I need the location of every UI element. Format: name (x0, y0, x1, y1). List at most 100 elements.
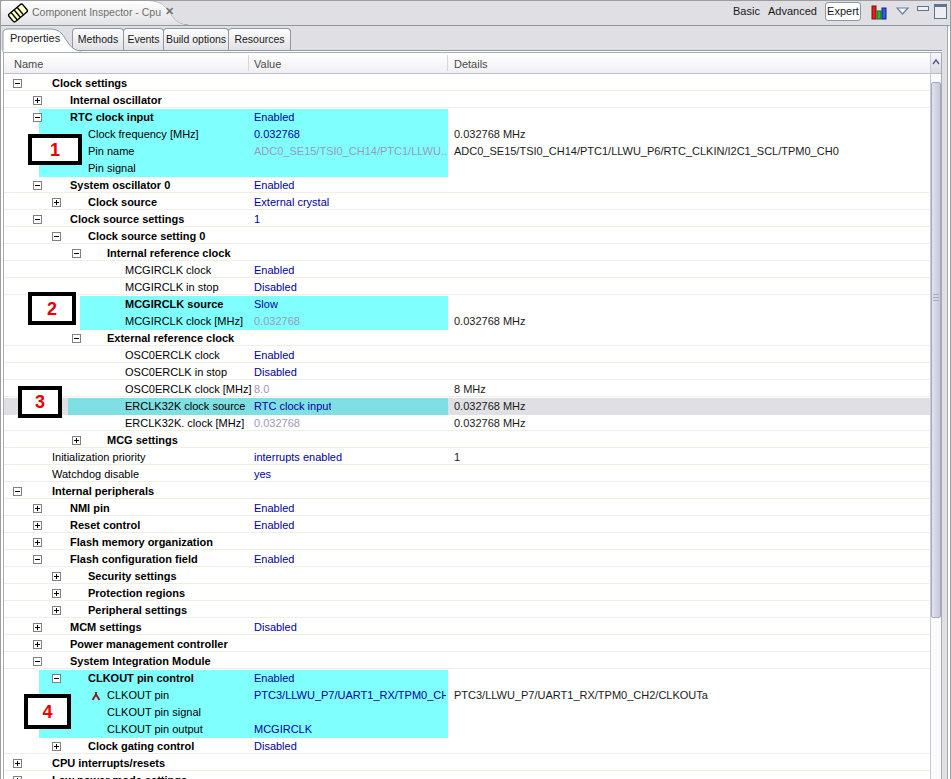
row-value[interactable]: Enabled (254, 109, 294, 126)
row-value[interactable]: Disabled (254, 364, 297, 381)
expand-toggle-icon[interactable] (52, 606, 61, 615)
row-external-reference-clock[interactable]: External reference clock (4, 330, 930, 347)
row-value[interactable]: Enabled (254, 347, 294, 364)
row-value[interactable]: PTC3/LLWU_P7/UART1_RX/TPM0_CH... (254, 687, 446, 704)
vertical-scrollbar[interactable] (930, 53, 942, 779)
row-protection-regions[interactable]: Protection regions (4, 585, 930, 602)
row-peripheral-settings[interactable]: Peripheral settings (4, 602, 930, 619)
column-name[interactable]: Name (14, 58, 43, 70)
row-value[interactable]: Enabled (254, 177, 294, 194)
expand-toggle-icon[interactable] (33, 96, 42, 105)
row-mcgirclk-clock[interactable]: MCGIRCLK clockEnabled (4, 262, 930, 279)
row-reset-control[interactable]: Reset controlEnabled (4, 517, 930, 534)
row-value[interactable]: Disabled (254, 619, 297, 636)
row-osc0erclk-clock[interactable]: OSC0ERCLK clockEnabled (4, 347, 930, 364)
row-value[interactable]: Enabled (254, 670, 294, 687)
expand-toggle-icon[interactable] (52, 742, 61, 751)
row-power-management-controller[interactable]: Power management controller (4, 636, 930, 653)
maximize-icon[interactable] (934, 4, 947, 19)
row-flash-configuration-field[interactable]: Flash configuration fieldEnabled (4, 551, 930, 568)
row-value[interactable]: MCGIRCLK (254, 721, 312, 738)
expand-toggle-icon[interactable] (33, 504, 42, 513)
row-internal-reference-clock[interactable]: Internal reference clock (4, 245, 930, 262)
tab-events[interactable]: Events (123, 28, 164, 50)
expand-toggle-icon[interactable] (13, 759, 22, 768)
expand-toggle-icon[interactable] (52, 198, 61, 207)
row-mcgirclk-source[interactable]: MCGIRCLK sourceSlow (4, 296, 930, 313)
row-value[interactable]: Slow (254, 296, 278, 313)
collapse-toggle-icon[interactable] (33, 181, 42, 190)
column-details[interactable]: Details (454, 58, 488, 70)
tab-properties-label[interactable]: Properties (10, 32, 60, 44)
column-value[interactable]: Value (254, 58, 281, 70)
row-internal-peripherals[interactable]: Internal peripherals (4, 483, 930, 500)
view-menu-arrow-icon[interactable] (896, 7, 910, 16)
row-value[interactable]: 0.032768 (254, 415, 300, 432)
row-pin-signal[interactable]: Pin signal (4, 160, 930, 177)
row-value[interactable]: RTC clock input (254, 398, 331, 415)
scroll-thumb[interactable] (931, 82, 941, 618)
row-value[interactable]: ADC0_SE15/TSI0_CH14/PTC1/LLWU... (254, 143, 446, 160)
row-clock-source[interactable]: Clock sourceExternal crystal (4, 194, 930, 211)
expand-toggle-icon[interactable] (33, 521, 42, 530)
row-cpu-interrupts-resets[interactable]: CPU interrupts/resets (4, 755, 930, 772)
row-clkout-pin-output[interactable]: CLKOUT pin outputMCGIRCLK (4, 721, 930, 738)
row-mcgirclk-in-stop[interactable]: MCGIRCLK in stopDisabled (4, 279, 930, 296)
row-clock-source-setting-0[interactable]: Clock source setting 0 (4, 228, 930, 245)
row-value[interactable]: Enabled (254, 551, 294, 568)
collapse-toggle-icon[interactable] (52, 674, 61, 683)
row-pin-name[interactable]: Pin nameADC0_SE15/TSI0_CH14/PTC1/LLWU...… (4, 143, 930, 160)
row-value[interactable]: External crystal (254, 194, 329, 211)
row-osc0erclk-in-stop[interactable]: OSC0ERCLK in stopDisabled (4, 364, 930, 381)
row-clock-source-settings[interactable]: Clock source settings1 (4, 211, 930, 228)
row-erclk32k-clock-source[interactable]: ERCLK32K clock sourceRTC clock input0.03… (4, 398, 930, 415)
row-value[interactable]: 0.032768 (254, 126, 300, 143)
row-nmi-pin[interactable]: NMI pinEnabled (4, 500, 930, 517)
row-value[interactable]: 0.032768 (254, 313, 300, 330)
tab-build-options[interactable]: Build options (163, 28, 229, 50)
tab-resources[interactable]: Resources (228, 28, 291, 50)
expand-toggle-icon[interactable] (52, 572, 61, 581)
row-value[interactable]: interrupts enabled (254, 449, 342, 466)
close-icon[interactable]: ✕ (165, 5, 174, 18)
scroll-up-button[interactable] (931, 53, 941, 74)
expand-toggle-icon[interactable] (33, 538, 42, 547)
row-value[interactable]: Disabled (254, 279, 297, 296)
collapse-toggle-icon[interactable] (72, 334, 81, 343)
row-flash-memory-organization[interactable]: Flash memory organization (4, 534, 930, 551)
row-clkout-pin-signal[interactable]: CLKOUT pin signal (4, 704, 930, 721)
collapse-toggle-icon[interactable] (72, 249, 81, 258)
row-rtc-clock-input[interactable]: RTC clock inputEnabled (4, 109, 930, 126)
mode-expert-button[interactable]: Expert (825, 2, 861, 21)
expand-toggle-icon[interactable] (33, 623, 42, 632)
collapse-toggle-icon[interactable] (33, 657, 42, 666)
collapse-toggle-icon[interactable] (33, 555, 42, 564)
expand-toggle-icon[interactable] (33, 640, 42, 649)
row-value[interactable]: 8.0 (254, 381, 269, 398)
row-internal-oscillator[interactable]: Internal oscillator (4, 92, 930, 109)
row-value[interactable]: Enabled (254, 517, 294, 534)
expand-toggle-icon[interactable] (52, 589, 61, 598)
row-mcg-settings[interactable]: MCG settings (4, 432, 930, 449)
minimize-icon[interactable] (917, 6, 929, 11)
row-watchdog-disable[interactable]: Watchdog disableyes (4, 466, 930, 483)
row-erclk32k-clock-mhz-[interactable]: ERCLK32K. clock [MHz]0.0327680.032768 MH… (4, 415, 930, 432)
collapse-toggle-icon[interactable] (33, 113, 42, 122)
row-system-oscillator-0[interactable]: System oscillator 0Enabled (4, 177, 930, 194)
collapse-toggle-icon[interactable] (33, 215, 42, 224)
row-value[interactable]: Disabled (254, 738, 297, 755)
row-osc0erclk-clock-mhz-[interactable]: OSC0ERCLK clock [MHz]8.08 MHz (4, 381, 930, 398)
row-clock-frequency-mhz-[interactable]: Clock frequency [MHz]0.0327680.032768 MH… (4, 126, 930, 143)
row-value[interactable]: Enabled (254, 500, 294, 517)
chart-icon[interactable] (871, 4, 889, 21)
row-low-power-mode-settings[interactable]: Low power mode settings (4, 772, 930, 779)
expand-toggle-icon[interactable] (72, 436, 81, 445)
row-value[interactable]: Enabled (254, 262, 294, 279)
row-system-integration-module[interactable]: System Integration Module (4, 653, 930, 670)
mode-basic-link[interactable]: Basic (733, 5, 760, 17)
row-clock-gating-control[interactable]: Clock gating controlDisabled (4, 738, 930, 755)
row-clkout-pin[interactable]: CLKOUT pinPTC3/LLWU_P7/UART1_RX/TPM0_CH.… (4, 687, 930, 704)
collapse-toggle-icon[interactable] (52, 232, 61, 241)
row-security-settings[interactable]: Security settings (4, 568, 930, 585)
row-value[interactable]: yes (254, 466, 271, 483)
